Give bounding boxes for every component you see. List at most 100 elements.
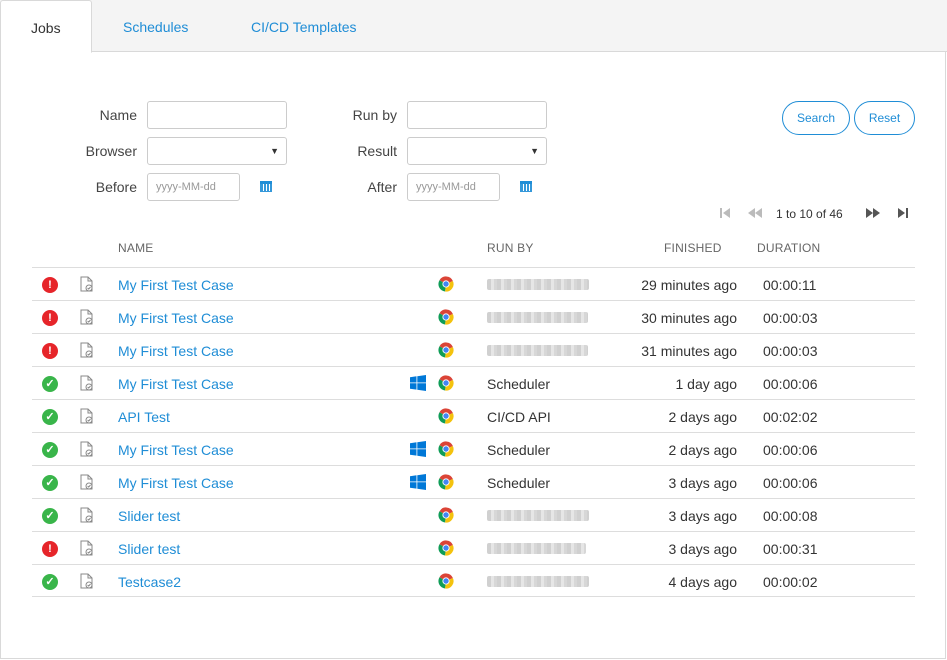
result-label: Result	[357, 143, 397, 159]
table-row[interactable]: ! My First Test Case 29 minutes ago 00:00:1…	[32, 267, 915, 300]
table-row[interactable]: ✓ Slider test 3 days ago 00:00:08	[32, 498, 915, 531]
duration-value: 00:00:03	[763, 310, 818, 326]
test-report-icon[interactable]	[80, 309, 93, 325]
error-status-icon: !	[42, 541, 58, 557]
test-report-icon[interactable]	[80, 408, 93, 424]
finished-time: 31 minutes ago	[641, 343, 737, 359]
chrome-icon	[438, 375, 454, 391]
success-status-icon: ✓	[42, 409, 58, 425]
chrome-icon	[438, 342, 454, 358]
job-name-link[interactable]: My First Test Case	[118, 475, 234, 491]
name-input[interactable]	[147, 101, 287, 129]
prev-page-icon[interactable]	[748, 208, 762, 218]
duration-value: 00:00:02	[763, 574, 818, 590]
job-name-link[interactable]: My First Test Case	[118, 376, 234, 392]
chevron-down-icon: ▼	[530, 146, 539, 156]
finished-time: 2 days ago	[668, 409, 738, 425]
chrome-icon	[438, 474, 454, 490]
result-select[interactable]: ▼	[407, 137, 547, 165]
job-name-link[interactable]: Slider test	[118, 541, 180, 557]
duration-value: 00:00:03	[763, 343, 818, 359]
run-by-text: Scheduler	[487, 442, 551, 458]
before-label: Before	[95, 179, 137, 195]
tab-schedules[interactable]: Schedules	[123, 0, 188, 52]
test-report-icon[interactable]	[80, 276, 93, 292]
tab-bar: Jobs Schedules CI/CD Templates	[0, 0, 947, 53]
table-row[interactable]: ✓ API Test CI/CD API 2 days ago 00:02:02	[32, 399, 915, 432]
finished-time: 4 days ago	[668, 574, 738, 590]
next-page-icon[interactable]	[866, 208, 880, 218]
before-date-input[interactable]: yyyy-MM-dd	[147, 173, 240, 201]
windows-icon	[410, 474, 426, 490]
table-row[interactable]: ✓ My First Test Case Scheduler 2 days ago 00…	[32, 432, 915, 465]
success-status-icon: ✓	[42, 376, 58, 392]
run-by-text: CI/CD API	[487, 409, 551, 425]
finished-time: 3 days ago	[668, 475, 738, 491]
job-name-link[interactable]: My First Test Case	[118, 442, 234, 458]
windows-icon	[410, 441, 426, 457]
column-header-runby[interactable]: RUN BY	[487, 241, 534, 255]
chrome-icon	[438, 573, 454, 589]
finished-time: 29 minutes ago	[641, 277, 737, 293]
success-status-icon: ✓	[42, 508, 58, 524]
column-header-finished[interactable]: FINISHED	[664, 241, 722, 255]
error-status-icon: !	[42, 310, 58, 326]
table-row[interactable]: ! Slider test 3 days ago 00:00:31	[32, 531, 915, 564]
table-row[interactable]: ✓ My First Test Case Scheduler 1 day ago 00:…	[32, 366, 915, 399]
runby-label: Run by	[352, 107, 397, 123]
error-status-icon: !	[42, 277, 58, 293]
chrome-icon	[438, 441, 454, 457]
job-name-link[interactable]: My First Test Case	[118, 310, 234, 326]
browser-select[interactable]: ▼	[147, 137, 287, 165]
browser-label: Browser	[85, 143, 137, 159]
duration-value: 00:00:08	[763, 508, 818, 524]
finished-time: 1 day ago	[675, 376, 738, 392]
duration-value: 00:00:31	[763, 541, 818, 557]
chrome-icon	[438, 276, 454, 292]
test-report-icon[interactable]	[80, 441, 93, 457]
finished-time: 30 minutes ago	[641, 310, 737, 326]
redacted-user-name	[487, 576, 589, 587]
tab-jobs[interactable]: Jobs	[0, 0, 92, 53]
chrome-icon	[438, 540, 454, 556]
table-row[interactable]: ✓ My First Test Case Scheduler 3 days ago 00…	[32, 465, 915, 498]
job-name-link[interactable]: Testcase2	[118, 574, 181, 590]
run-by-text: Scheduler	[487, 376, 551, 392]
reset-button[interactable]: Reset	[854, 101, 915, 135]
job-name-link[interactable]: My First Test Case	[118, 343, 234, 359]
run-by-text: Scheduler	[487, 475, 551, 491]
redacted-user-name	[487, 312, 588, 323]
success-status-icon: ✓	[42, 442, 58, 458]
last-page-icon[interactable]	[898, 208, 908, 218]
test-report-icon[interactable]	[80, 474, 93, 490]
calendar-icon[interactable]	[260, 180, 272, 192]
column-header-duration[interactable]: DURATION	[757, 241, 820, 255]
table-row[interactable]: ! My First Test Case 30 minutes ago 00:00:0…	[32, 300, 915, 333]
redacted-user-name	[487, 543, 586, 554]
test-report-icon[interactable]	[80, 540, 93, 556]
tab-cicd-templates[interactable]: CI/CD Templates	[251, 0, 357, 52]
job-name-link[interactable]: Slider test	[118, 508, 180, 524]
table-row[interactable]: ! My First Test Case 31 minutes ago 00:00:0…	[32, 333, 915, 366]
duration-value: 00:00:06	[763, 442, 818, 458]
test-report-icon[interactable]	[80, 573, 93, 589]
table-row[interactable]: ✓ Testcase2 4 days ago 00:00:02	[32, 564, 915, 597]
after-date-input[interactable]: yyyy-MM-dd	[407, 173, 500, 201]
search-button[interactable]: Search	[782, 101, 850, 135]
first-page-icon[interactable]	[720, 208, 730, 218]
test-report-icon[interactable]	[80, 507, 93, 523]
duration-value: 00:00:11	[763, 277, 817, 293]
job-name-link[interactable]: API Test	[118, 409, 170, 425]
success-status-icon: ✓	[42, 574, 58, 590]
calendar-icon[interactable]	[520, 180, 532, 192]
chevron-down-icon: ▼	[270, 146, 279, 156]
finished-time: 3 days ago	[668, 541, 738, 557]
runby-input[interactable]	[407, 101, 547, 129]
column-header-name[interactable]: NAME	[118, 241, 153, 255]
test-report-icon[interactable]	[80, 375, 93, 391]
chrome-icon	[438, 408, 454, 424]
test-report-icon[interactable]	[80, 342, 93, 358]
success-status-icon: ✓	[42, 475, 58, 491]
redacted-user-name	[487, 510, 589, 521]
job-name-link[interactable]: My First Test Case	[118, 277, 234, 293]
